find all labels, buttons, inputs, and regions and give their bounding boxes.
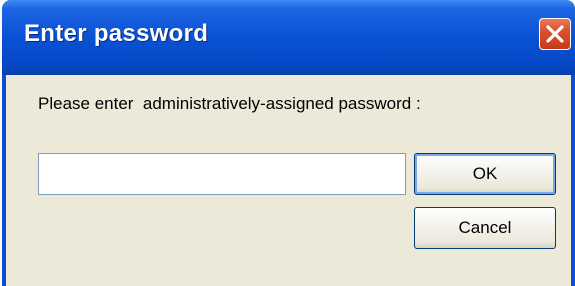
password-prompt-label: Please enter administratively-assigned p…	[38, 94, 421, 113]
dialog-title: Enter password	[24, 20, 209, 47]
close-icon	[546, 25, 564, 43]
dialog-body: Please enter administratively-assigned p…	[6, 75, 571, 286]
password-dialog: Enter password Please enter administrati…	[2, 0, 575, 286]
close-button[interactable]	[539, 18, 571, 50]
ok-button[interactable]: OK	[414, 153, 556, 195]
cancel-button[interactable]: Cancel	[414, 207, 556, 249]
password-input[interactable]	[38, 153, 406, 195]
title-bar[interactable]: Enter password	[2, 0, 575, 75]
